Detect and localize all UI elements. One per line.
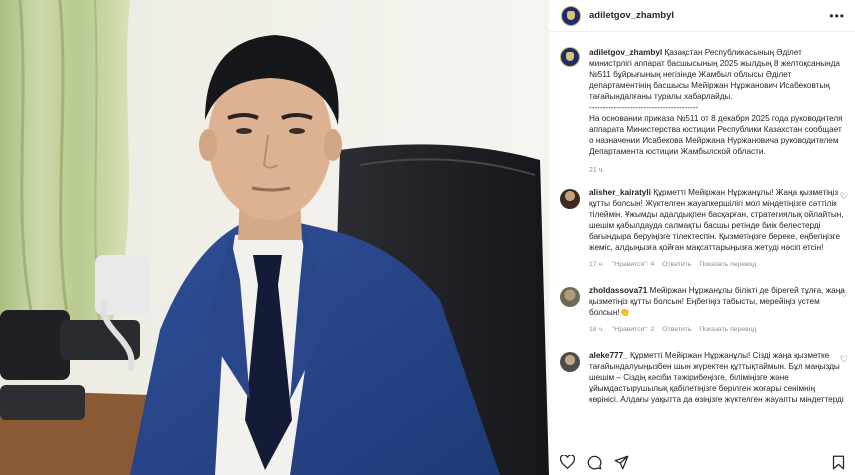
comment-likes[interactable]: "Нравится": 4 bbox=[612, 259, 654, 270]
post-caption: adiletgov_zhambyl Қазақстан Республикасы… bbox=[549, 33, 855, 176]
comment-item: zholdassova71 Мейіржан Нұржанұлы білікті… bbox=[549, 285, 855, 335]
post-header: adiletgov_zhambyl ••• bbox=[549, 0, 855, 32]
heart-icon[interactable]: ♡ bbox=[840, 289, 848, 300]
caption-avatar[interactable] bbox=[560, 47, 580, 67]
action-bar bbox=[549, 449, 855, 475]
caption-separator: ---------------------------------------- bbox=[589, 103, 699, 112]
caption-text-ru: На основании приказа №511 от 8 декабря 2… bbox=[589, 114, 843, 156]
comment-likes[interactable]: "Нравится": 2 bbox=[612, 324, 654, 335]
comment-text: Құрметті Мейіржан Нұржанұлы! Сізді жаңа … bbox=[589, 351, 844, 404]
comments-section[interactable]: adiletgov_zhambyl Қазақстан Республикасы… bbox=[549, 33, 855, 449]
comment-icon[interactable] bbox=[587, 455, 602, 470]
caption-username[interactable]: adiletgov_zhambyl bbox=[589, 48, 662, 57]
commenter-avatar[interactable] bbox=[560, 287, 580, 307]
reply-button[interactable]: Ответить bbox=[662, 259, 691, 270]
post-image[interactable] bbox=[0, 0, 549, 475]
heart-icon[interactable]: ♡ bbox=[840, 191, 848, 202]
post-sidebar: adiletgov_zhambyl ••• adiletgov_zhambyl … bbox=[549, 0, 855, 475]
heart-icon[interactable] bbox=[560, 455, 575, 469]
translate-button[interactable]: Показать перевод bbox=[699, 259, 756, 270]
reply-button[interactable]: Ответить bbox=[662, 324, 691, 335]
comment-text: Құрметті Мейіржан Нұржанұлы! Жаңа қызмет… bbox=[589, 188, 844, 252]
author-username[interactable]: adiletgov_zhambyl bbox=[589, 10, 674, 21]
more-icon[interactable]: ••• bbox=[829, 9, 845, 23]
comment-username[interactable]: aleke777_ bbox=[589, 351, 628, 360]
share-icon[interactable] bbox=[614, 455, 629, 470]
commenter-avatar[interactable] bbox=[560, 189, 580, 209]
translate-button[interactable]: Показать перевод bbox=[699, 324, 756, 335]
heart-icon[interactable]: ♡ bbox=[840, 354, 848, 365]
comment-time[interactable]: 17 ч. bbox=[589, 259, 604, 270]
comment-username[interactable]: zholdassova71 bbox=[589, 286, 647, 295]
commenter-avatar[interactable] bbox=[560, 352, 580, 372]
comment-time[interactable]: 18 ч. bbox=[589, 324, 604, 335]
post-time: 21 ч. bbox=[589, 167, 605, 174]
author-avatar[interactable] bbox=[561, 5, 581, 26]
bookmark-icon[interactable] bbox=[832, 455, 845, 470]
comment-item: alisher_kairatyli Құрметті Мейіржан Нұрж… bbox=[549, 187, 855, 270]
comment-item: aleke777_ Құрметті Мейіржан Нұржанұлы! С… bbox=[549, 350, 855, 405]
comment-username[interactable]: alisher_kairatyli bbox=[589, 188, 651, 197]
